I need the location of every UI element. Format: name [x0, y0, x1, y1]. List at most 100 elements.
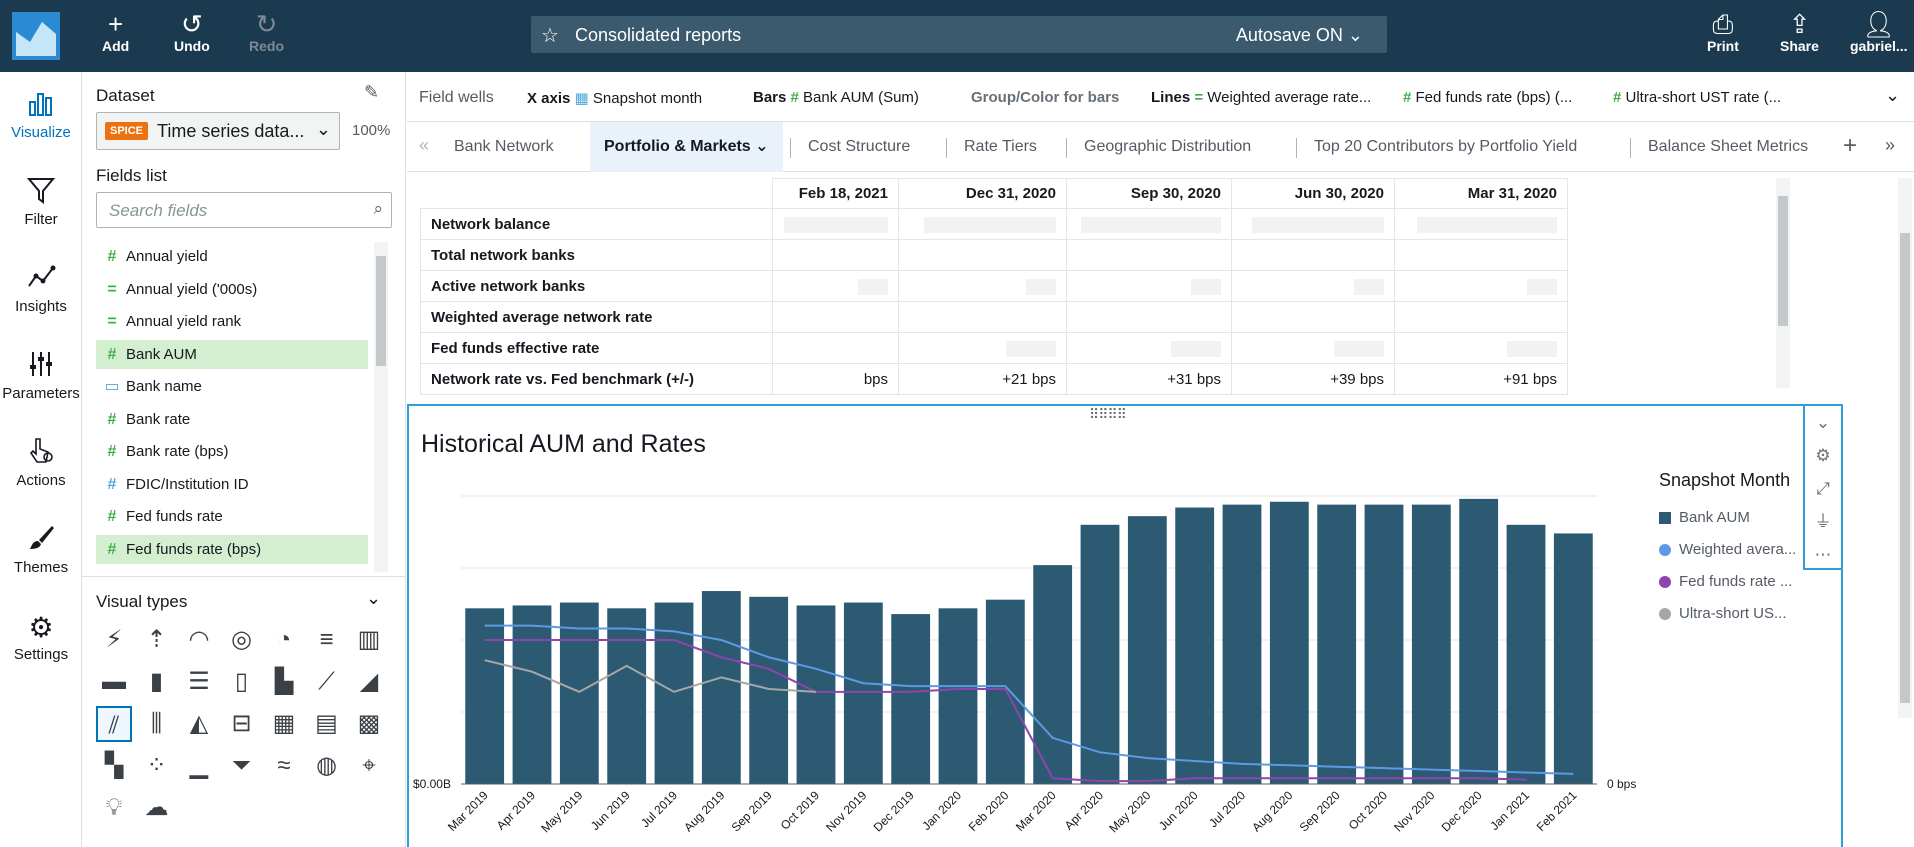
- more-options-icon[interactable]: ⋯: [1805, 538, 1841, 571]
- table-icon[interactable]: ▤: [309, 706, 345, 742]
- analysis-title-bar[interactable]: ☆ Consolidated reports Autosave ON ⌄: [531, 16, 1387, 53]
- legend-item[interactable]: Ultra-short US...: [1659, 605, 1796, 637]
- field-item[interactable]: = Annual yield rank: [96, 307, 368, 336]
- donut-icon[interactable]: ◎: [224, 622, 260, 658]
- expand-icon[interactable]: ⤢: [1805, 472, 1841, 505]
- sheet-scrollbar-thumb[interactable]: [1900, 233, 1910, 703]
- table-scrollbar[interactable]: [1776, 178, 1790, 388]
- nav-settings[interactable]: ⚙ Settings: [0, 610, 82, 663]
- well-line-2[interactable]: # Fed funds rate (bps) (...: [1403, 89, 1572, 106]
- field-item[interactable]: # Fed funds rate (bps): [96, 534, 368, 564]
- stacked-bar-icon[interactable]: ▬: [96, 664, 132, 700]
- well-xaxis[interactable]: X axis ▦ Snapshot month: [527, 89, 702, 107]
- point-map-icon[interactable]: ⌖: [351, 748, 387, 784]
- chevron-down-icon[interactable]: ⌄: [751, 138, 768, 155]
- column-header[interactable]: Sep 30, 2020: [1066, 178, 1232, 209]
- print-button[interactable]: ⎙ Print: [1707, 10, 1739, 54]
- stacked-column-icon[interactable]: ▮: [139, 664, 175, 700]
- user-menu[interactable]: 👤︎ gabriel...: [1850, 10, 1908, 54]
- heat-map-icon[interactable]: ▩: [351, 706, 387, 742]
- stacked-100-bar-icon[interactable]: ☰: [181, 664, 217, 700]
- autosave-toggle[interactable]: Autosave ON ⌄: [1236, 25, 1363, 46]
- nav-parameters[interactable]: Parameters: [0, 349, 82, 402]
- collapse-icon[interactable]: ⌄: [366, 588, 381, 609]
- sankey-icon[interactable]: ≈: [266, 748, 302, 784]
- tree-map-icon[interactable]: ▚: [96, 748, 132, 784]
- stacked-area-icon[interactable]: ◭: [181, 706, 217, 742]
- legend-item[interactable]: Bank AUM: [1659, 509, 1796, 541]
- fields-scrollbar-thumb[interactable]: [376, 256, 386, 366]
- add-sheet-icon[interactable]: +: [1843, 132, 1857, 160]
- well-lines[interactable]: Lines = Weighted average rate...: [1151, 89, 1371, 106]
- column-header[interactable]: Jun 30, 2020: [1231, 178, 1395, 209]
- autograph-icon[interactable]: ⚡: [96, 622, 132, 658]
- field-item[interactable]: # Bank rate: [96, 405, 368, 434]
- pencil-icon[interactable]: ✎: [364, 82, 379, 103]
- format-visual-gear-icon[interactable]: ⚙: [1805, 439, 1841, 472]
- table-scrollbar-thumb[interactable]: [1778, 196, 1788, 326]
- field-item[interactable]: # Bank AUM: [96, 339, 368, 369]
- sheet-tab[interactable]: Cost Structure: [794, 122, 924, 172]
- field-item[interactable]: ▭ Bank name: [96, 372, 368, 401]
- box-plot-icon[interactable]: ⊟: [224, 706, 260, 742]
- well-bars[interactable]: Bars # Bank AUM (Sum): [753, 89, 919, 106]
- pivot-table-icon[interactable]: ▦: [266, 706, 302, 742]
- star-icon[interactable]: ☆: [541, 23, 559, 48]
- horizontal-bar-icon[interactable]: ≡: [309, 622, 345, 658]
- stacked-100-column-icon[interactable]: ▯: [224, 664, 260, 700]
- well-line-3[interactable]: # Ultra-short UST rate (...: [1613, 89, 1781, 106]
- legend-item[interactable]: Weighted avera...: [1659, 541, 1796, 573]
- combo-stacked-line-icon[interactable]: ⫼: [139, 706, 175, 742]
- sheet-tab[interactable]: Bank Network: [440, 122, 568, 172]
- scatter-icon[interactable]: ⁘: [139, 748, 175, 784]
- sheet-tab[interactable]: Geographic Distribution: [1070, 122, 1265, 172]
- share-button[interactable]: ⇪ Share: [1780, 10, 1819, 54]
- nav-insights[interactable]: Insights: [0, 262, 82, 315]
- fields-scrollbar[interactable]: [374, 242, 388, 572]
- well-group-color[interactable]: Group/Color for bars: [971, 89, 1119, 106]
- undo-button[interactable]: ↺ Undo: [174, 10, 210, 54]
- sheet-scrollbar[interactable]: [1898, 178, 1912, 718]
- nav-actions[interactable]: Actions: [0, 436, 82, 489]
- nav-filter[interactable]: Filter: [0, 175, 82, 228]
- field-item[interactable]: = Annual yield ('000s): [96, 275, 368, 304]
- filter-icon[interactable]: ⏚: [1805, 505, 1841, 538]
- nav-themes[interactable]: Themes: [0, 523, 82, 576]
- sheet-tab[interactable]: Balance Sheet Metrics: [1634, 122, 1822, 172]
- combo-bar-line-icon[interactable]: ⫽: [96, 706, 132, 742]
- kpi-icon[interactable]: ⇡: [139, 622, 175, 658]
- combo-chart-visual[interactable]: ⠿⠿⠿⠿ Historical AUM and Rates $0.00B 0 bp…: [407, 404, 1843, 847]
- sheet-tab[interactable]: Rate Tiers: [950, 122, 1051, 172]
- field-item[interactable]: # Bank rate (bps): [96, 437, 368, 466]
- expand-wells-icon[interactable]: ⌄: [1885, 85, 1900, 106]
- histogram-icon[interactable]: ▁: [181, 748, 217, 784]
- filled-map-icon[interactable]: ◍: [309, 748, 345, 784]
- funnel-icon[interactable]: ⏷: [224, 748, 260, 784]
- add-button[interactable]: + Add: [102, 10, 129, 54]
- vertical-bar-icon[interactable]: ▥: [351, 622, 387, 658]
- field-item[interactable]: # FDIC/Institution ID: [96, 470, 368, 499]
- search-fields-input[interactable]: Search fields ⌕: [96, 192, 392, 228]
- field-item[interactable]: # Annual yield: [96, 242, 368, 271]
- legend-item[interactable]: Fed funds rate ...: [1659, 573, 1796, 605]
- analysis-title[interactable]: Consolidated reports: [575, 25, 741, 46]
- gauge-icon[interactable]: ◠: [181, 622, 217, 658]
- word-cloud-icon[interactable]: ☁: [139, 790, 175, 826]
- area-icon[interactable]: ◢: [351, 664, 387, 700]
- dataset-select[interactable]: SPICE Time series data... ⌄: [96, 112, 340, 150]
- combo-chart[interactable]: $0.00B 0 bpsMar 2019 Apr 2019 May 2019 Jun 2…: [409, 406, 1809, 847]
- waterfall-icon[interactable]: ▙: [266, 664, 302, 700]
- field-item[interactable]: # Fed funds rate: [96, 502, 368, 531]
- column-header[interactable]: Feb 18, 2021: [772, 178, 899, 209]
- quicksight-logo-icon[interactable]: [12, 12, 60, 60]
- column-header[interactable]: Dec 31, 2020: [898, 178, 1067, 209]
- nav-visualize[interactable]: Visualize: [0, 88, 82, 141]
- collapse-visual-icon[interactable]: ⌄: [1805, 406, 1841, 439]
- sheet-tab[interactable]: Portfolio & Markets ⌄: [590, 122, 783, 172]
- insight-icon[interactable]: 💡︎: [96, 790, 132, 826]
- sheet-tab[interactable]: Top 20 Contributors by Portfolio Yield: [1300, 122, 1591, 172]
- tabs-scroll-right-icon[interactable]: »: [1885, 135, 1895, 156]
- pie-icon[interactable]: ◔: [266, 622, 302, 658]
- tabs-scroll-left-icon[interactable]: «: [419, 135, 429, 156]
- column-header[interactable]: Mar 31, 2020: [1394, 178, 1568, 209]
